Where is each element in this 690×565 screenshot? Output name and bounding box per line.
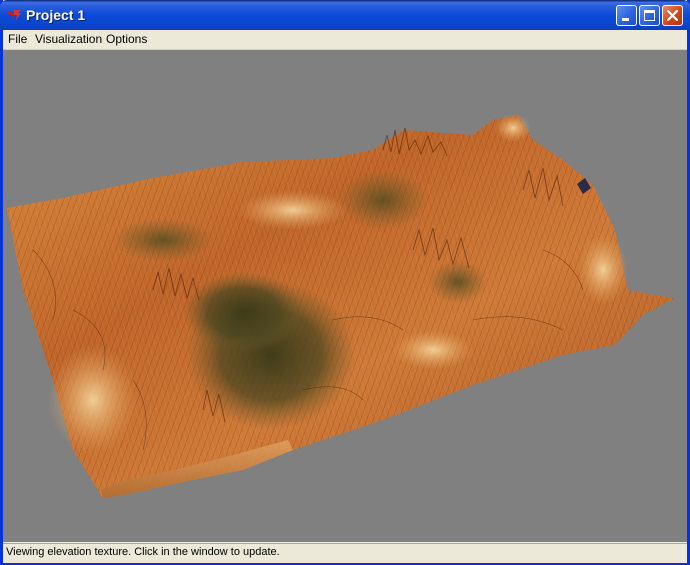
title-bar[interactable]: Project 1: [0, 0, 690, 30]
status-text: Viewing elevation texture. Click in the …: [6, 546, 280, 558]
minimize-button[interactable]: [616, 5, 637, 26]
menu-visualization[interactable]: Visualization: [35, 32, 102, 46]
terrain-render[interactable]: [3, 50, 687, 542]
close-button[interactable]: [662, 5, 683, 26]
menu-bar: File Visualization Options: [3, 30, 687, 50]
terrain-viewport[interactable]: [3, 50, 687, 542]
maximize-button[interactable]: [639, 5, 660, 26]
menu-options[interactable]: Options: [106, 32, 147, 46]
menu-file[interactable]: File: [8, 32, 27, 46]
close-icon: [666, 9, 679, 22]
status-bar: Viewing elevation texture. Click in the …: [3, 543, 687, 563]
maximize-icon: [644, 10, 655, 21]
minimize-icon: [622, 18, 629, 21]
app-window: Project 1 File Visualization Options Vie…: [0, 0, 690, 565]
app-icon: [7, 10, 21, 20]
window-title: Project 1: [26, 7, 86, 23]
